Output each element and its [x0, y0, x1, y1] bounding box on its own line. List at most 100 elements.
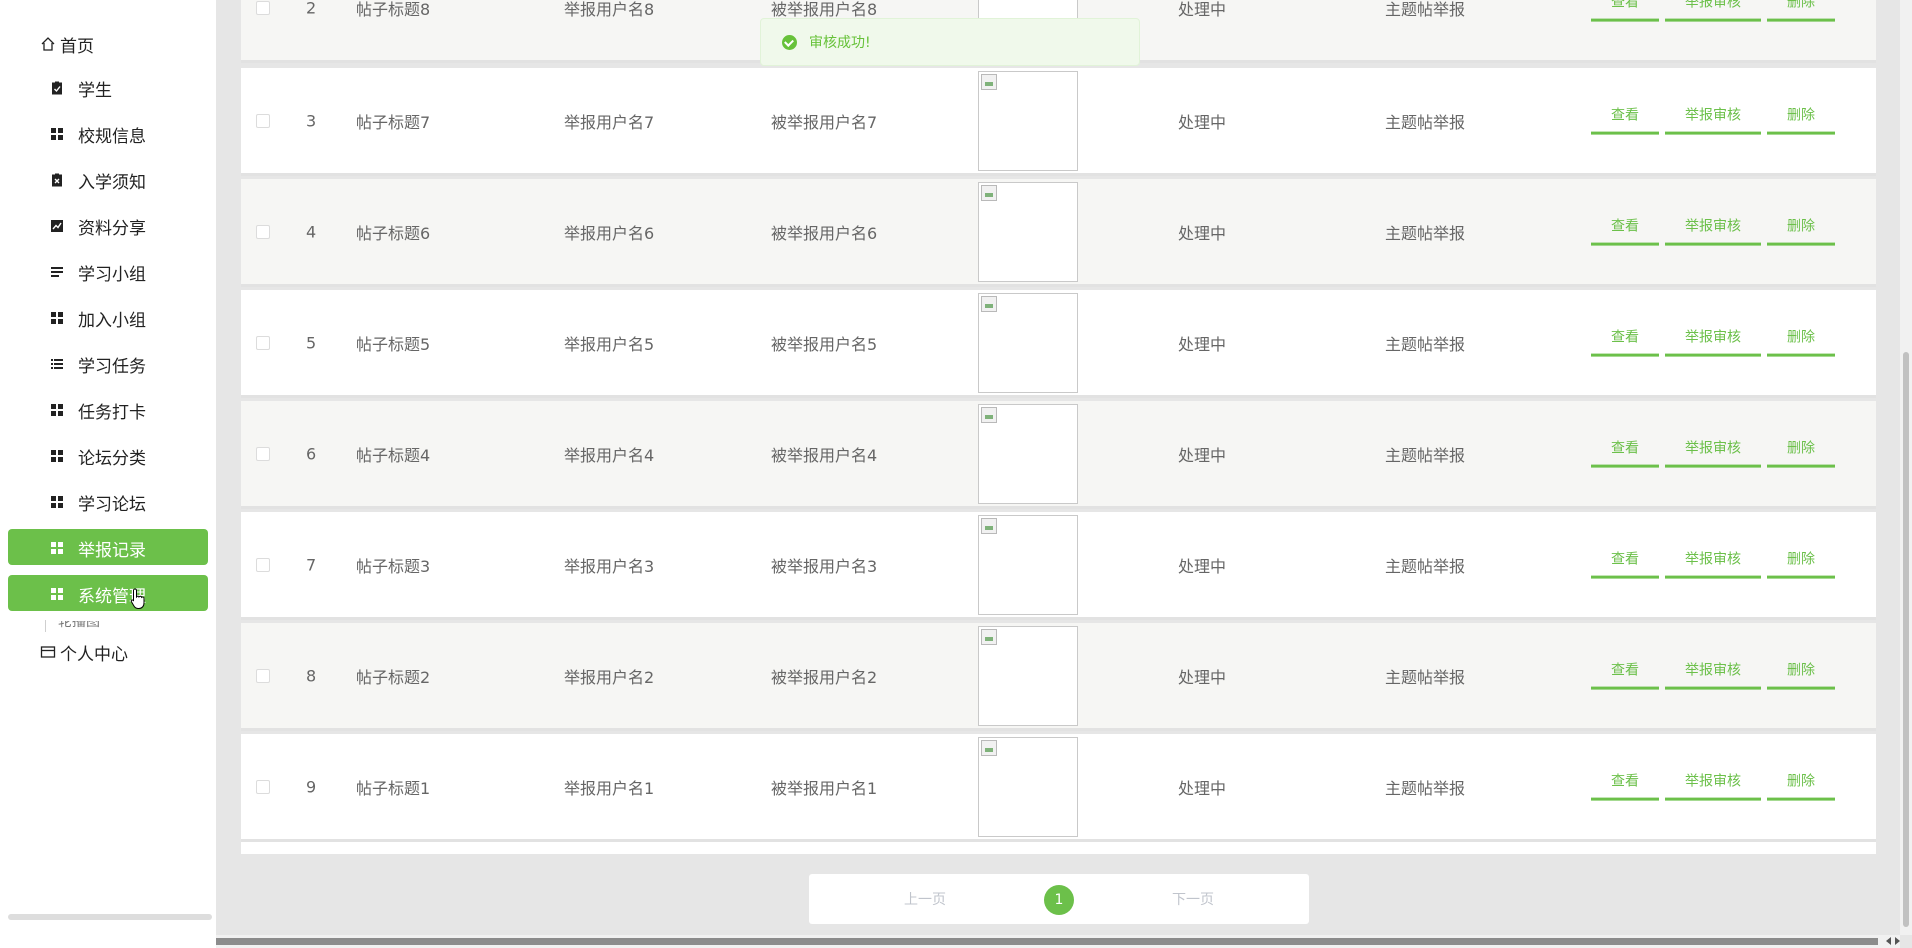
grid-icon [50, 310, 64, 324]
grid-icon [50, 402, 64, 416]
audit-button[interactable]: 举报审核 [1665, 0, 1761, 22]
vertical-scrollbar[interactable] [1900, 0, 1912, 935]
report-type: 主题帖举报 [1385, 556, 1466, 576]
audit-button[interactable]: 举报审核 [1665, 544, 1761, 579]
row-checkbox[interactable] [256, 335, 270, 350]
sidebar-item-9[interactable]: 论坛分类 [8, 437, 208, 473]
view-button[interactable]: 查看 [1591, 211, 1659, 246]
reporter-username: 举报用户名1 [564, 778, 655, 798]
row-checkbox[interactable] [256, 224, 270, 239]
sidebar-item-3[interactable]: 入学须知 [8, 161, 208, 197]
reported-username: 被举报用户名7 [771, 112, 878, 132]
row-checkbox[interactable] [256, 557, 270, 572]
delete-button[interactable]: 删除 [1767, 433, 1835, 468]
vertical-scrollbar-thumb[interactable] [1903, 352, 1909, 927]
delete-button[interactable]: 删除 [1767, 322, 1835, 357]
delete-button[interactable]: 删除 [1767, 655, 1835, 690]
prev-page-button[interactable]: 上一页 [904, 889, 946, 909]
delete-button[interactable]: 删除 [1767, 211, 1835, 246]
view-button[interactable]: 查看 [1591, 544, 1659, 579]
nav-home[interactable]: 首页 [40, 30, 94, 58]
row-checkbox[interactable] [256, 668, 270, 683]
scroll-right-icon[interactable] [1895, 937, 1900, 945]
view-button[interactable]: 查看 [1591, 322, 1659, 357]
report-image [978, 70, 1078, 171]
table-row: 8 帖子标题2 举报用户名2 被举报用户名2 处理中 主题帖举报 查看 举报审核 删除 [241, 623, 1876, 731]
table-row: 7 帖子标题3 举报用户名3 被举报用户名3 处理中 主题帖举报 查看 举报审核 删除 [241, 512, 1876, 620]
audit-button[interactable]: 举报审核 [1665, 655, 1761, 690]
sidebar-item-12[interactable]: 系统管理 [8, 575, 208, 611]
sidebar-item-11[interactable]: 举报记录 [8, 529, 208, 565]
sidebar-scrollbar[interactable] [8, 914, 212, 920]
nav-profile[interactable]: 个人中心 [40, 638, 128, 666]
sidebar-item-label: 任务打卡 [78, 403, 146, 423]
post-title: 帖子标题7 [356, 112, 431, 132]
sidebar-item-label: 校规信息 [78, 127, 146, 147]
reporter-username: 举报用户名7 [564, 112, 655, 132]
reported-username: 被举报用户名3 [771, 556, 878, 576]
horizontal-scrollbar-thumb[interactable] [216, 938, 1878, 945]
row-checkbox[interactable] [256, 0, 270, 15]
view-button[interactable]: 查看 [1591, 655, 1659, 690]
row-index: 4 [306, 222, 317, 241]
row-index: 8 [306, 666, 317, 685]
broken-image-icon [981, 517, 997, 534]
sidebar-item-6[interactable]: 加入小组 [8, 299, 208, 335]
toast-message: 审核成功! [809, 35, 871, 51]
audit-button[interactable]: 举报审核 [1665, 211, 1761, 246]
status-text: 处理中 [1178, 667, 1227, 687]
nav-home-label: 首页 [60, 36, 94, 57]
post-title: 帖子标题6 [356, 223, 431, 243]
report-type: 主题帖举报 [1385, 0, 1466, 19]
page-number-current[interactable]: 1 [1044, 885, 1074, 915]
row-checkbox[interactable] [256, 779, 270, 794]
view-button[interactable]: 查看 [1591, 766, 1659, 801]
submenu-item-peek: 轮播图 [58, 621, 100, 629]
sidebar-item-1[interactable]: 学生 [8, 69, 208, 105]
reported-username: 被举报用户名5 [771, 334, 878, 354]
sidebar-item-2[interactable]: 校规信息 [8, 115, 208, 151]
post-title: 帖子标题8 [356, 0, 431, 19]
post-title: 帖子标题1 [356, 778, 431, 798]
next-page-button[interactable]: 下一页 [1172, 889, 1214, 909]
audit-button[interactable]: 举报审核 [1665, 766, 1761, 801]
sidebar-item-5[interactable]: 学习小组 [8, 253, 208, 289]
status-text: 处理中 [1178, 778, 1227, 798]
sidebar-item-4[interactable]: 资料分享 [8, 207, 208, 243]
sidebar-item-8[interactable]: 任务打卡 [8, 391, 208, 427]
reporter-username: 举报用户名6 [564, 223, 655, 243]
status-text: 处理中 [1178, 445, 1227, 465]
sidebar-item-label: 学习论坛 [78, 495, 146, 515]
sidebar: 首页 学生校规信息入学须知资料分享学习小组加入小组学习任务任务打卡论坛分类学习论… [0, 0, 216, 948]
row-checkbox[interactable] [256, 113, 270, 128]
delete-button[interactable]: 删除 [1767, 100, 1835, 135]
view-button[interactable]: 查看 [1591, 100, 1659, 135]
audit-button[interactable]: 举报审核 [1665, 322, 1761, 357]
post-title: 帖子标题3 [356, 556, 431, 576]
reporter-username: 举报用户名3 [564, 556, 655, 576]
scroll-left-icon[interactable] [1886, 937, 1891, 945]
clipboard-check-icon [50, 80, 64, 95]
audit-button[interactable]: 举报审核 [1665, 100, 1761, 135]
table-row: 3 帖子标题7 举报用户名7 被举报用户名7 处理中 主题帖举报 查看 举报审核 删除 [241, 68, 1876, 176]
post-title: 帖子标题2 [356, 667, 431, 687]
horizontal-scrollbar[interactable] [216, 935, 1900, 948]
report-image [978, 403, 1078, 504]
delete-button[interactable]: 删除 [1767, 766, 1835, 801]
report-type: 主题帖举报 [1385, 112, 1466, 132]
view-button[interactable]: 查看 [1591, 0, 1659, 22]
view-button[interactable]: 查看 [1591, 433, 1659, 468]
grid-icon [50, 540, 64, 554]
report-image [978, 181, 1078, 282]
success-toast: 审核成功! [760, 18, 1140, 66]
sidebar-item-7[interactable]: 学习任务 [8, 345, 208, 381]
row-index: 9 [306, 777, 317, 796]
report-type: 主题帖举报 [1385, 334, 1466, 354]
table-bottom [241, 842, 1876, 854]
sidebar-item-10[interactable]: 学习论坛 [8, 483, 208, 519]
delete-button[interactable]: 删除 [1767, 0, 1835, 22]
delete-button[interactable]: 删除 [1767, 544, 1835, 579]
row-checkbox[interactable] [256, 446, 270, 461]
row-index: 5 [306, 333, 317, 352]
audit-button[interactable]: 举报审核 [1665, 433, 1761, 468]
